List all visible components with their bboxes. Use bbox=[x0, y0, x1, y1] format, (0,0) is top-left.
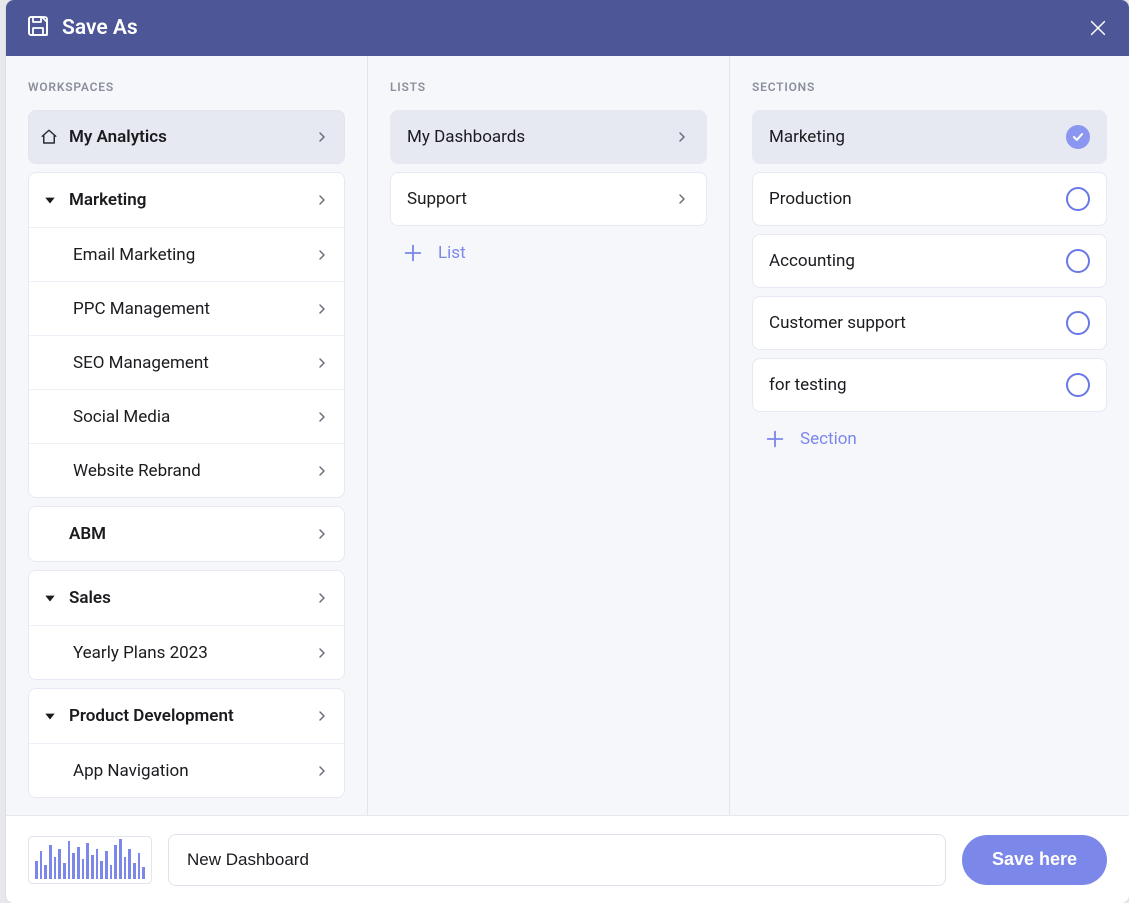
radio-icon bbox=[1066, 187, 1090, 211]
lists-column: LISTS My Dashboards Support List bbox=[368, 56, 730, 815]
chevron-right-icon bbox=[314, 129, 330, 145]
workspace-group-product: Product Development App Navigation bbox=[28, 688, 345, 798]
workspace-label: App Navigation bbox=[73, 761, 189, 781]
workspace-label: ABM bbox=[69, 524, 106, 544]
section-item-customer-support[interactable]: Customer support bbox=[752, 296, 1107, 350]
workspace-label: SEO Management bbox=[73, 353, 209, 373]
workspace-group-abm: ABM bbox=[28, 506, 345, 562]
section-item-production[interactable]: Production bbox=[752, 172, 1107, 226]
workspace-child[interactable]: Social Media bbox=[29, 389, 344, 443]
workspace-abm[interactable]: ABM bbox=[29, 507, 344, 561]
section-item-label: Marketing bbox=[769, 127, 845, 147]
chevron-right-icon bbox=[314, 590, 330, 606]
add-list-button[interactable]: List bbox=[390, 234, 707, 272]
chevron-right-icon bbox=[674, 191, 690, 207]
add-list-label: List bbox=[438, 243, 466, 263]
chevron-down-icon bbox=[41, 591, 59, 605]
section-item-accounting[interactable]: Accounting bbox=[752, 234, 1107, 288]
workspaces-column: WORKSPACES My Analytics Ma bbox=[6, 56, 368, 815]
modal-footer: Save here bbox=[6, 815, 1129, 903]
workspace-group-sales: Sales Yearly Plans 2023 bbox=[28, 570, 345, 680]
list-item-support[interactable]: Support bbox=[390, 172, 707, 226]
chevron-right-icon bbox=[314, 526, 330, 542]
workspace-marketing[interactable]: Marketing bbox=[29, 173, 344, 227]
workspace-product[interactable]: Product Development bbox=[29, 689, 344, 743]
sections-header: SECTIONS bbox=[752, 80, 1107, 94]
workspace-label: PPC Management bbox=[73, 299, 210, 319]
workspace-sales[interactable]: Sales bbox=[29, 571, 344, 625]
workspace-label: Yearly Plans 2023 bbox=[73, 643, 208, 663]
workspace-label: Email Marketing bbox=[73, 245, 195, 265]
dashboard-name-input[interactable] bbox=[168, 834, 946, 886]
radio-checked-icon bbox=[1066, 125, 1090, 149]
lists-header: LISTS bbox=[390, 80, 707, 94]
save-icon bbox=[26, 14, 50, 42]
section-item-label: Production bbox=[769, 189, 852, 209]
workspace-child[interactable]: Website Rebrand bbox=[29, 443, 344, 497]
chevron-right-icon bbox=[314, 247, 330, 263]
close-button[interactable] bbox=[1087, 17, 1109, 39]
dashboard-thumbnail bbox=[28, 836, 152, 884]
section-item-label: Accounting bbox=[769, 251, 855, 271]
workspace-group-marketing: Marketing Email Marketing PPC Management… bbox=[28, 172, 345, 498]
chevron-right-icon bbox=[314, 301, 330, 317]
modal-title: Save As bbox=[62, 16, 138, 40]
workspace-label: Website Rebrand bbox=[73, 461, 201, 481]
section-item-for-testing[interactable]: for testing bbox=[752, 358, 1107, 412]
chevron-right-icon bbox=[674, 129, 690, 145]
modal-body: WORKSPACES My Analytics Ma bbox=[6, 56, 1129, 815]
workspace-child[interactable]: Yearly Plans 2023 bbox=[29, 625, 344, 679]
workspace-label: Marketing bbox=[69, 190, 146, 210]
workspaces-header: WORKSPACES bbox=[28, 80, 345, 94]
chevron-right-icon bbox=[314, 192, 330, 208]
radio-icon bbox=[1066, 373, 1090, 397]
chevron-down-icon bbox=[41, 709, 59, 723]
chevron-right-icon bbox=[314, 708, 330, 724]
modal-header: Save As bbox=[6, 0, 1129, 56]
radio-icon bbox=[1066, 311, 1090, 335]
list-item-label: My Dashboards bbox=[407, 127, 525, 147]
list-item-my-dashboards[interactable]: My Dashboards bbox=[390, 110, 707, 164]
workspace-label: Product Development bbox=[69, 706, 234, 726]
chevron-right-icon bbox=[314, 463, 330, 479]
section-item-label: for testing bbox=[769, 375, 847, 395]
workspace-label: Social Media bbox=[73, 407, 170, 427]
chevron-right-icon bbox=[314, 409, 330, 425]
chevron-right-icon bbox=[314, 763, 330, 779]
save-as-modal: Save As WORKSPACES My Analytics bbox=[6, 0, 1129, 903]
workspace-child[interactable]: Email Marketing bbox=[29, 227, 344, 281]
section-item-label: Customer support bbox=[769, 313, 906, 333]
workspace-my-analytics[interactable]: My Analytics bbox=[28, 110, 345, 164]
workspace-child[interactable]: PPC Management bbox=[29, 281, 344, 335]
workspace-child[interactable]: App Navigation bbox=[29, 743, 344, 797]
chevron-right-icon bbox=[314, 355, 330, 371]
sections-column: SECTIONS Marketing Production Accounting… bbox=[730, 56, 1129, 815]
home-icon bbox=[39, 128, 59, 146]
workspace-child[interactable]: SEO Management bbox=[29, 335, 344, 389]
add-section-label: Section bbox=[800, 429, 857, 449]
workspace-label: My Analytics bbox=[69, 127, 167, 147]
plus-icon bbox=[764, 428, 786, 450]
section-item-marketing[interactable]: Marketing bbox=[752, 110, 1107, 164]
plus-icon bbox=[402, 242, 424, 264]
add-section-button[interactable]: Section bbox=[752, 420, 1107, 458]
chevron-down-icon bbox=[41, 193, 59, 207]
workspace-label: Sales bbox=[69, 588, 111, 608]
radio-icon bbox=[1066, 249, 1090, 273]
chevron-right-icon bbox=[314, 645, 330, 661]
save-here-button[interactable]: Save here bbox=[962, 835, 1107, 885]
list-item-label: Support bbox=[407, 189, 467, 209]
